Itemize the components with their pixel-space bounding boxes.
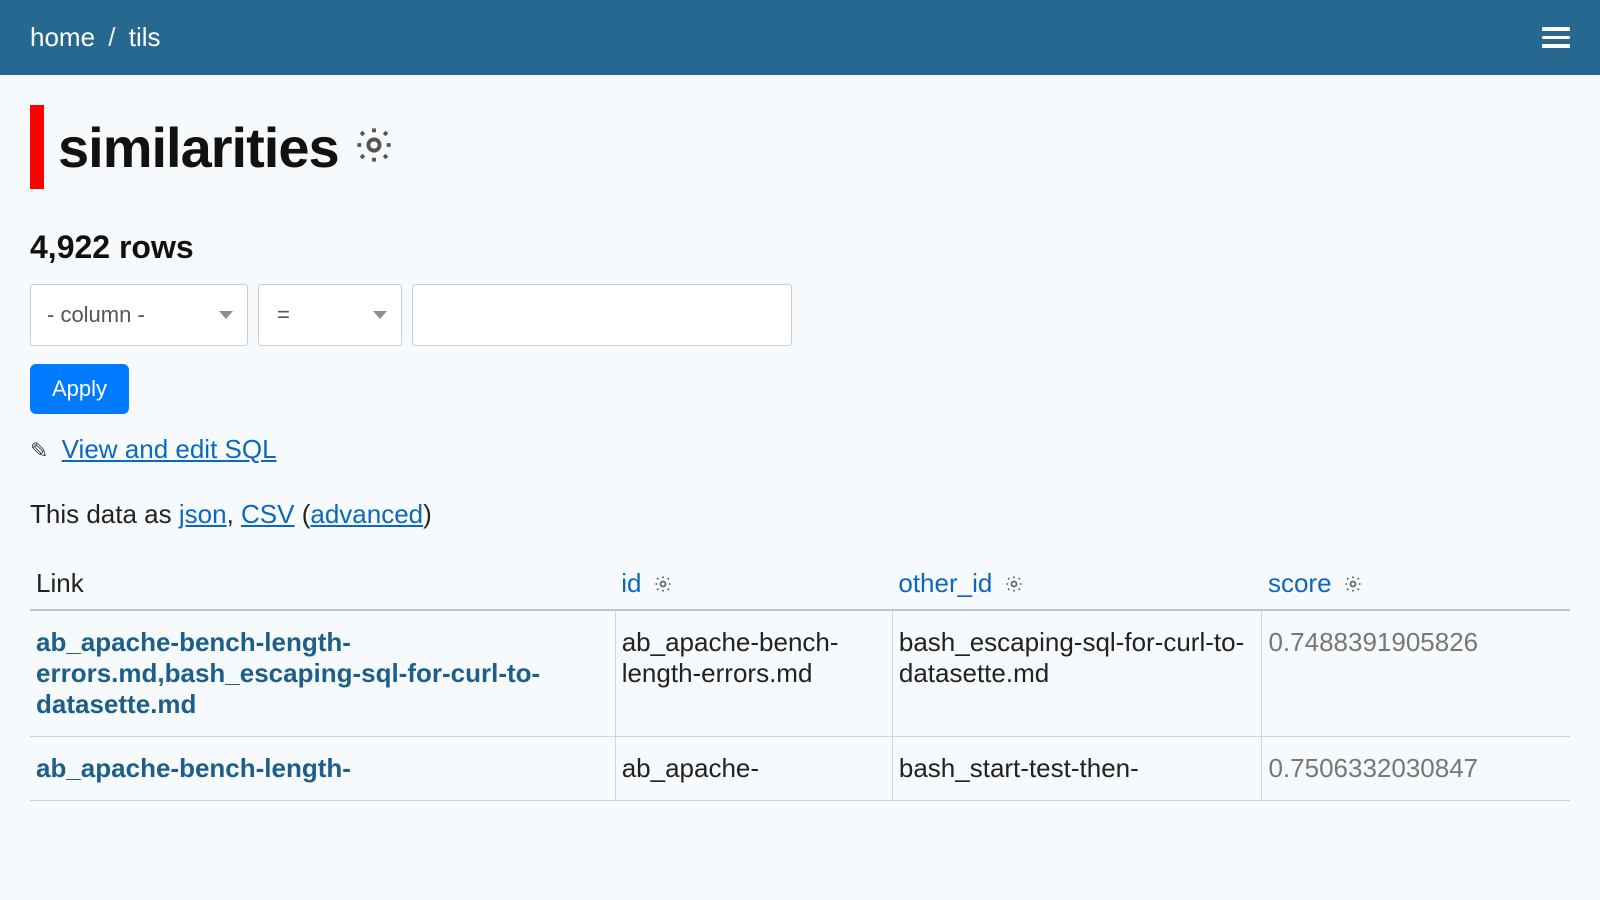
export-sep: ,: [227, 499, 241, 529]
gear-icon[interactable]: [1000, 568, 1024, 598]
export-prefix: This data as: [30, 499, 179, 529]
chevron-down-icon: [219, 311, 233, 319]
export-advanced-link[interactable]: advanced: [310, 499, 423, 529]
page-title: similarities: [58, 115, 339, 180]
export-csv-link[interactable]: CSV: [241, 499, 294, 529]
filter-column-select[interactable]: - column -: [30, 284, 248, 346]
gear-icon[interactable]: [649, 568, 673, 598]
chevron-down-icon: [373, 311, 387, 319]
cell-score: 0.7488391905826: [1262, 610, 1570, 737]
title-accent-bar: [30, 105, 44, 189]
cell-id: ab_apache-: [615, 737, 892, 801]
filter-value-input[interactable]: [412, 284, 792, 346]
cell-other-id: bash_escaping-sql-for-curl-to-datasette.…: [892, 610, 1262, 737]
breadcrumb-home[interactable]: home: [30, 22, 95, 52]
col-header-score-link[interactable]: score: [1268, 568, 1332, 598]
filter-column-value: - column -: [47, 302, 145, 328]
filter-op-select[interactable]: =: [258, 284, 402, 346]
export-paren-close: ): [423, 499, 432, 529]
cell-other-id: bash_start-test-then-: [892, 737, 1262, 801]
breadcrumb: home / tils: [30, 22, 161, 53]
view-edit-sql-link[interactable]: View and edit SQL: [62, 434, 277, 464]
cell-id: ab_apache-bench-length-errors.md: [615, 610, 892, 737]
gear-icon[interactable]: [353, 124, 395, 171]
table-row: ab_apache-bench-length- ab_apache- bash_…: [30, 737, 1570, 801]
breadcrumb-sep: /: [102, 22, 121, 52]
gear-icon[interactable]: [1339, 568, 1363, 598]
export-line: This data as json, CSV (advanced): [30, 499, 1570, 530]
col-header-other-id[interactable]: other_id: [892, 558, 1262, 610]
col-header-id-link[interactable]: id: [621, 568, 641, 598]
filter-op-value: =: [277, 302, 290, 328]
apply-button[interactable]: Apply: [30, 364, 129, 414]
col-header-link: Link: [30, 558, 615, 610]
data-table: Link id other_id score ab_apache-bench-l…: [30, 558, 1570, 801]
row-count: 4,922 rows: [30, 229, 1570, 266]
breadcrumb-db[interactable]: tils: [129, 22, 161, 52]
export-json-link[interactable]: json: [179, 499, 227, 529]
col-header-id[interactable]: id: [615, 558, 892, 610]
col-header-other-id-link[interactable]: other_id: [898, 568, 992, 598]
table-row: ab_apache-bench-length-errors.md,bash_es…: [30, 610, 1570, 737]
table-header-row: Link id other_id score: [30, 558, 1570, 610]
col-header-score[interactable]: score: [1262, 558, 1570, 610]
export-paren-open: (: [294, 499, 310, 529]
menu-icon[interactable]: [1542, 22, 1570, 53]
cell-score: 0.7506332030847: [1262, 737, 1570, 801]
row-link[interactable]: ab_apache-bench-length-: [36, 753, 351, 783]
pencil-icon: ✎: [30, 438, 48, 463]
row-link[interactable]: ab_apache-bench-length-errors.md,bash_es…: [36, 627, 540, 719]
